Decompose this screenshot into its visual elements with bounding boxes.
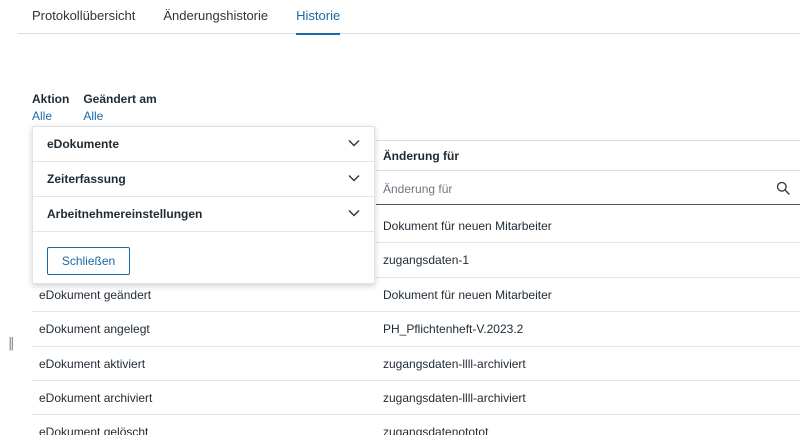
table-row[interactable]: eDokument aktiviert zugangsdaten-llll-ar…: [32, 347, 800, 381]
filter-action-label: Aktion: [32, 92, 70, 106]
change-for-cell: Dokument für neuen Mitarbeiter: [383, 219, 552, 233]
accordion-item-arbeitnehmereinstellungen[interactable]: Arbeitnehmereinstellungen: [33, 197, 374, 232]
change-for-cell: zugangsdatenototot: [383, 425, 489, 435]
column-header-change-for[interactable]: Änderung für: [376, 140, 800, 171]
tab-aenderungshistorie[interactable]: Änderungshistorie: [163, 0, 268, 34]
action-cell: eDokument archiviert: [39, 390, 153, 405]
tab-historie[interactable]: Historie: [296, 0, 341, 35]
change-for-cell: zugangsdaten-1: [383, 253, 470, 268]
accordion-item-edokumente[interactable]: eDokumente: [33, 127, 374, 162]
filter-action: Aktion Alle: [32, 92, 69, 124]
chevron-down-icon: [348, 140, 360, 147]
change-for-filter-input[interactable]: [376, 175, 766, 203]
filter-changed-at-label: Geändert am: [83, 92, 157, 106]
change-for-cell: zugangsdaten-llll-archiviert: [383, 356, 526, 371]
tab-protokolluebersicht[interactable]: Protokollübersicht: [32, 0, 135, 34]
action-filter-dropdown: eDokumente Zeiterfassung Arbeitnehmerein…: [32, 126, 375, 284]
accordion-item-label: eDokumente: [47, 137, 120, 151]
search-icon[interactable]: [776, 181, 790, 195]
change-for-cell: zugangsdaten-llll-archiviert: [383, 390, 526, 405]
close-button[interactable]: Schließen: [47, 247, 130, 275]
action-cell: eDokument gelöscht: [39, 425, 149, 435]
accordion-item-label: Zeiterfassung: [47, 172, 126, 186]
accordion-item-zeiterfassung[interactable]: Zeiterfassung: [33, 162, 374, 197]
action-cell: eDokument angelegt: [39, 322, 150, 337]
filter-bar: Aktion Alle Geändert am Alle: [32, 92, 157, 124]
filter-changed-at-value[interactable]: Alle: [83, 109, 156, 124]
table-row[interactable]: eDokument archiviert zugangsdaten-llll-a…: [32, 381, 800, 416]
change-for-cell: PH_Pflichtenheft-V.2023.2: [383, 322, 524, 337]
filter-action-value[interactable]: Alle: [32, 109, 69, 124]
column-filter: [376, 175, 800, 205]
chevron-down-icon: [348, 175, 360, 182]
action-cell: eDokument geändert: [39, 287, 152, 302]
tab-bar: Protokollübersicht Änderungshistorie His…: [18, 0, 800, 35]
accordion-item-label: Arbeitnehmereinstellungen: [47, 207, 203, 221]
panel-resize-handle[interactable]: ‖: [8, 336, 15, 351]
action-cell: eDokument aktiviert: [39, 356, 146, 371]
chevron-down-icon: [348, 210, 360, 217]
table-row[interactable]: eDokument angelegt PH_Pflichtenheft-V.20…: [32, 312, 800, 347]
filter-changed-at: Geändert am Alle: [83, 92, 156, 124]
table-row[interactable]: eDokument gelöscht zugangsdatenototot: [32, 415, 800, 435]
change-for-cell: Dokument für neuen Mitarbeiter: [383, 287, 552, 302]
